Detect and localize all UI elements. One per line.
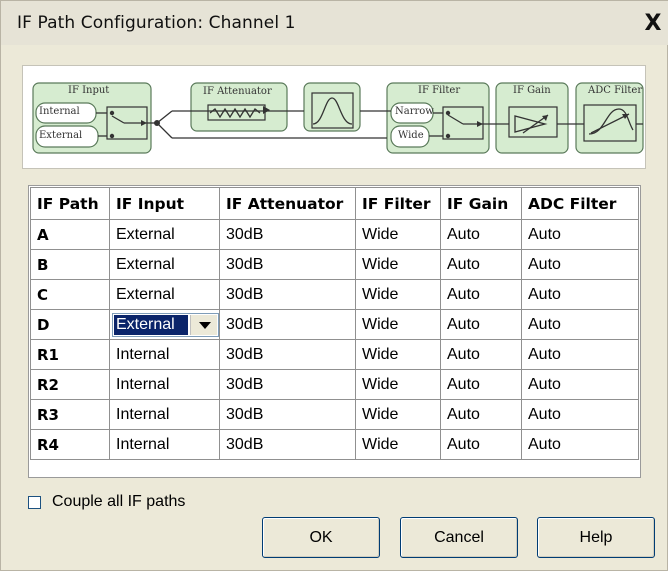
cell-gain[interactable]: Auto (440, 279, 522, 310)
chevron-down-icon[interactable] (190, 314, 217, 335)
table-row: A External 30dB Wide Auto Auto (30, 219, 639, 250)
diagram-graphics (32, 82, 644, 154)
cell-attenuator[interactable]: 30dB (219, 369, 356, 400)
header-if-attenuator: IF Attenuator (219, 187, 356, 220)
dropdown-selected-value[interactable]: External (114, 314, 188, 335)
cell-adc[interactable]: Auto (521, 249, 639, 280)
cell-filter[interactable]: Wide (355, 369, 441, 400)
table-row: R4 Internal 30dB Wide Auto Auto (30, 429, 639, 460)
cell-filter[interactable]: Wide (355, 219, 441, 250)
cancel-button[interactable]: Cancel (400, 517, 518, 558)
diagram-if-filter-label: IF Filter (418, 85, 461, 96)
dialog-title: IF Path Configuration: Channel 1 (17, 13, 296, 33)
cell-attenuator[interactable]: 30dB (219, 429, 356, 460)
cell-adc[interactable]: Auto (521, 279, 639, 310)
cell-attenuator[interactable]: 30dB (219, 309, 356, 340)
cell-gain[interactable]: Auto (440, 429, 522, 460)
if-input-dropdown[interactable]: External (112, 312, 219, 337)
cell-adc[interactable]: Auto (521, 429, 639, 460)
table-header-row: IF Path IF Input IF Attenuator IF Filter… (30, 187, 639, 220)
header-if-gain: IF Gain (440, 187, 522, 220)
cell-attenuator[interactable]: 30dB (219, 279, 356, 310)
cell-adc[interactable]: Auto (521, 399, 639, 430)
table-row: D External 30dB Wide Auto Auto (30, 309, 639, 340)
cell-attenuator[interactable]: 30dB (219, 339, 356, 370)
table-row: R3 Internal 30dB Wide Auto Auto (30, 399, 639, 430)
cell-input[interactable]: Internal (109, 429, 220, 460)
cell-gain[interactable]: Auto (440, 339, 522, 370)
header-if-path: IF Path (30, 187, 110, 220)
cell-attenuator[interactable]: 30dB (219, 219, 356, 250)
close-button[interactable]: X (642, 13, 664, 35)
cell-adc[interactable]: Auto (521, 339, 639, 370)
title-bar[interactable]: IF Path Configuration: Channel 1 X (1, 1, 668, 45)
header-if-input: IF Input (109, 187, 220, 220)
diagram-internal-label: Internal (39, 106, 80, 117)
cell-gain[interactable]: Auto (440, 309, 522, 340)
cell-gain[interactable]: Auto (440, 249, 522, 280)
help-button[interactable]: Help (537, 517, 655, 558)
cell-input[interactable]: External (109, 279, 220, 310)
cell-attenuator[interactable]: 30dB (219, 399, 356, 430)
table-row: C External 30dB Wide Auto Auto (30, 279, 639, 310)
ok-button[interactable]: OK (262, 517, 380, 558)
cell-filter[interactable]: Wide (355, 339, 441, 370)
cell-path: R1 (30, 339, 110, 370)
table-row: B External 30dB Wide Auto Auto (30, 249, 639, 280)
cell-input-editing[interactable]: External (109, 309, 220, 340)
cell-input[interactable]: External (109, 249, 220, 280)
table-row: R2 Internal 30dB Wide Auto Auto (30, 369, 639, 400)
cell-filter[interactable]: Wide (355, 429, 441, 460)
if-path-table: IF Path IF Input IF Attenuator IF Filter… (30, 187, 639, 460)
cell-gain[interactable]: Auto (440, 369, 522, 400)
diagram-adc-filter-label: ADC Filter (588, 85, 643, 96)
dialog-window: IF Path Configuration: Channel 1 X IF In… (0, 0, 668, 571)
cell-adc[interactable]: Auto (521, 369, 639, 400)
cell-path: R3 (30, 399, 110, 430)
cell-path: D (30, 309, 110, 340)
cell-path: A (30, 219, 110, 250)
diagram-wide-label: Wide (398, 130, 424, 141)
cell-gain[interactable]: Auto (440, 219, 522, 250)
if-path-diagram: IF Input Internal External IF Attenuator… (22, 65, 646, 169)
cell-path: B (30, 249, 110, 280)
cell-attenuator[interactable]: 30dB (219, 249, 356, 280)
cell-path: C (30, 279, 110, 310)
header-if-filter: IF Filter (355, 187, 441, 220)
cell-filter[interactable]: Wide (355, 279, 441, 310)
couple-checkbox[interactable] (28, 496, 41, 509)
cell-adc[interactable]: Auto (521, 309, 639, 340)
cell-input[interactable]: External (109, 219, 220, 250)
cell-filter[interactable]: Wide (355, 249, 441, 280)
cell-gain[interactable]: Auto (440, 399, 522, 430)
cell-filter[interactable]: Wide (355, 309, 441, 340)
cell-filter[interactable]: Wide (355, 399, 441, 430)
cell-input[interactable]: Internal (109, 339, 220, 370)
diagram-narrow-label: Narrow (395, 106, 434, 117)
header-adc-filter: ADC Filter (521, 187, 639, 220)
cell-path: R2 (30, 369, 110, 400)
cell-adc[interactable]: Auto (521, 219, 639, 250)
cell-input[interactable]: Internal (109, 369, 220, 400)
diagram-if-input-label: IF Input (68, 85, 110, 96)
couple-label[interactable]: Couple all IF paths (52, 493, 185, 511)
table-row: R1 Internal 30dB Wide Auto Auto (30, 339, 639, 370)
cell-path: R4 (30, 429, 110, 460)
diagram-external-label: External (39, 130, 83, 141)
diagram-if-attenuator-label: IF Attenuator (203, 86, 272, 97)
diagram-if-gain-label: IF Gain (513, 85, 551, 96)
if-path-table-container[interactable]: IF Path IF Input IF Attenuator IF Filter… (28, 185, 641, 478)
cell-input[interactable]: Internal (109, 399, 220, 430)
